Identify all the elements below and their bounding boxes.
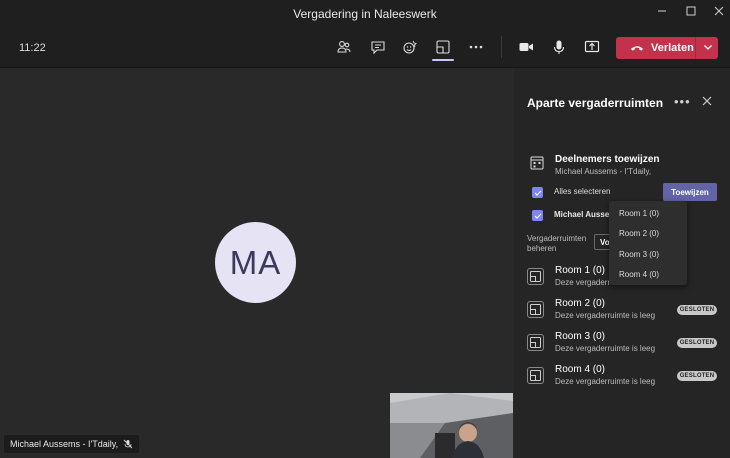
manage-rooms-label: Vergaderruimten beheren [527, 234, 587, 253]
mic-off-icon [123, 439, 133, 449]
more-options-icon[interactable] [467, 38, 485, 56]
close-window-icon[interactable] [712, 5, 726, 19]
assign-participants-subtitle: Michael Aussems - I'Tdaily, [555, 167, 652, 176]
assign-room-dropdown: Room 1 (0) Room 2 (0) Room 3 (0) Room 4 … [609, 201, 687, 285]
hang-up-icon [630, 46, 644, 51]
leave-button-label: Verlaten [651, 42, 694, 54]
room-item-2[interactable]: Room 2 (0) Deze vergaderruimte is leeg G… [527, 298, 727, 328]
self-view-image [390, 393, 513, 458]
dropdown-option-room-3[interactable]: Room 3 (0) [619, 250, 659, 259]
share-screen-icon[interactable] [583, 38, 601, 56]
dropdown-option-room-2[interactable]: Room 2 (0) [619, 229, 659, 238]
minimize-icon[interactable] [655, 5, 669, 19]
reactions-icon[interactable] [401, 38, 419, 56]
room-icon [527, 268, 544, 285]
meeting-toolbar: 11:22 Verlaten [0, 26, 730, 68]
self-view-video[interactable] [390, 393, 513, 458]
participant-checkbox[interactable] [532, 210, 543, 221]
panel-more-icon[interactable]: ••• [674, 94, 691, 109]
closed-badge: GESLOTEN [677, 305, 717, 315]
select-all-label: Alles selecteren [554, 187, 611, 196]
meeting-timer: 11:22 [19, 42, 46, 54]
maximize-icon[interactable] [684, 5, 698, 19]
room-icon [527, 301, 544, 318]
dropdown-option-room-4[interactable]: Room 4 (0) [619, 270, 659, 279]
room-name: Room 1 (0) [555, 265, 606, 276]
room-name: Room 2 (0) [555, 298, 606, 309]
room-name: Room 3 (0) [555, 331, 606, 342]
chat-icon[interactable] [369, 38, 387, 56]
room-icon [527, 367, 544, 384]
participant-avatar: MA [215, 222, 296, 303]
calendar-assign-icon [530, 156, 544, 170]
room-status: Deze vergaderruimte is leeg [555, 377, 656, 386]
leave-button[interactable]: Verlaten [616, 37, 718, 59]
close-icon[interactable] [701, 95, 713, 107]
room-item-4[interactable]: Room 4 (0) Deze vergaderruimte is leeg G… [527, 364, 727, 394]
title-bar: Vergadering in Naleeswerk [0, 0, 730, 26]
breakout-rooms-icon[interactable] [434, 38, 452, 56]
dropdown-option-room-1[interactable]: Room 1 (0) [619, 209, 659, 218]
room-name: Room 4 (0) [555, 364, 606, 375]
assign-button[interactable]: Toewijzen [663, 183, 717, 201]
assign-participants-title: Deelnemers toewijzen [555, 154, 660, 165]
toolbar-divider [501, 36, 502, 58]
active-tab-indicator [432, 59, 454, 61]
panel-title: Aparte vergaderruimten [527, 96, 664, 110]
video-stage: MA Michael Aussems - I'Tdaily, [0, 68, 514, 458]
people-icon[interactable] [335, 38, 353, 56]
chevron-down-icon[interactable] [702, 41, 714, 53]
room-item-3[interactable]: Room 3 (0) Deze vergaderruimte is leeg G… [527, 331, 727, 361]
participant-name: Michael Aussems - I'Tdaily, [10, 439, 119, 449]
select-all-checkbox[interactable] [532, 187, 543, 198]
room-icon [527, 334, 544, 351]
participant-row-name: Michael Aussem [554, 210, 617, 219]
participant-name-chip: Michael Aussems - I'Tdaily, [4, 435, 140, 453]
closed-badge: GESLOTEN [677, 338, 717, 348]
closed-badge: GESLOTEN [677, 371, 717, 381]
room-status: Deze vergaderruimte is leeg [555, 344, 656, 353]
microphone-icon[interactable] [550, 38, 568, 56]
camera-icon[interactable] [517, 38, 535, 56]
room-status: Deze vergaderruimte is leeg [555, 311, 656, 320]
window-title: Vergadering in Naleeswerk [293, 7, 437, 21]
room-status: Deze vergaderr [555, 278, 611, 287]
